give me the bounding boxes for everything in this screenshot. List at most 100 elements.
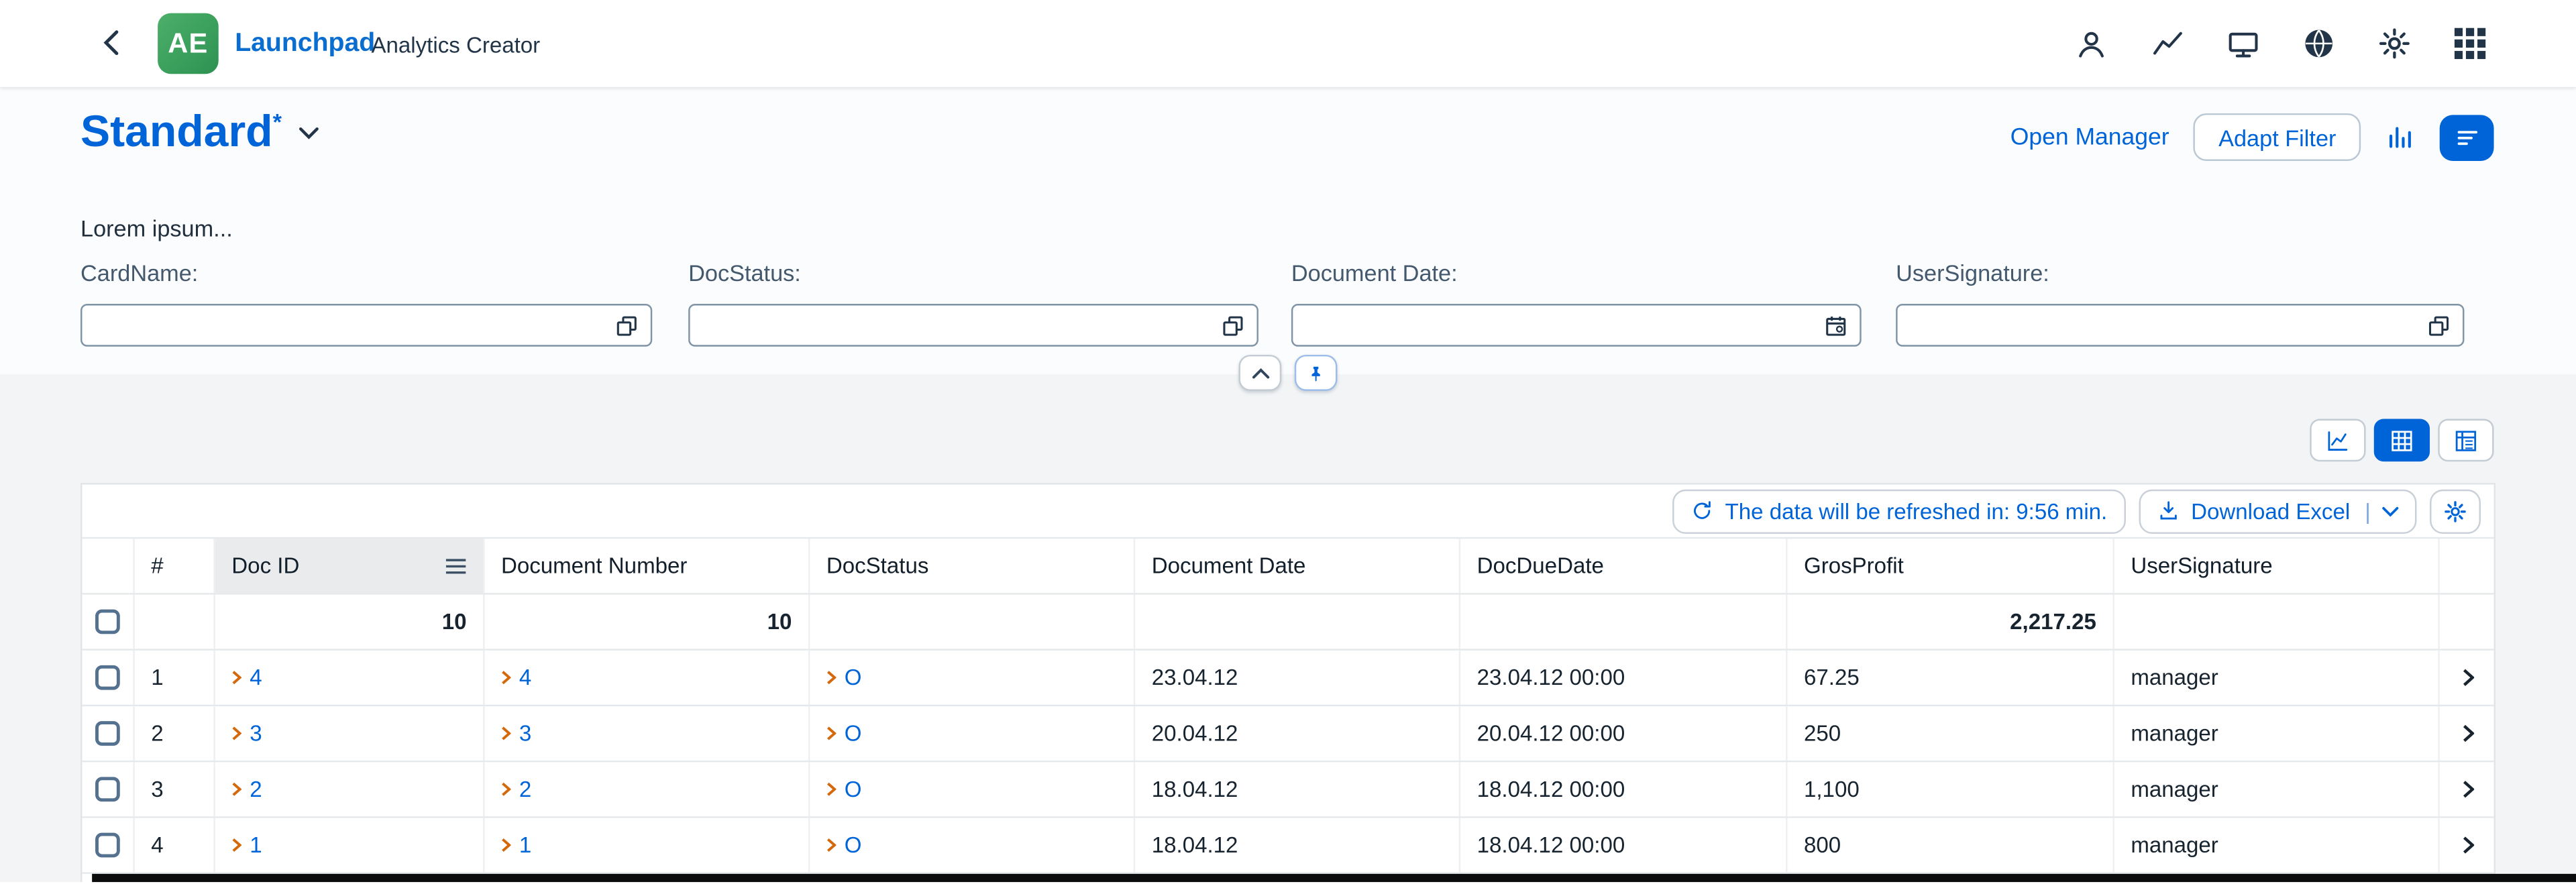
refresh-timer-button[interactable]: The data will be refreshed in: 9:56 min. — [1672, 489, 2125, 533]
date-picker-icon[interactable] — [1811, 306, 1860, 345]
doc-id-link[interactable]: 4 — [250, 665, 262, 690]
column-header-doc-id[interactable]: Doc ID — [215, 539, 485, 593]
usersignature-cell: manager — [2114, 818, 2440, 873]
filter-cardname: CardName: — [80, 260, 652, 347]
filter-document-date: Document Date: — [1291, 260, 1862, 347]
drill-chevron-icon[interactable] — [231, 726, 241, 740]
column-header-index[interactable]: # — [135, 539, 215, 593]
totals-index-cell — [135, 595, 215, 649]
table-row: 1 4 4 O 23.04.12 23.04.12 00:00 67.25 ma… — [82, 649, 2493, 704]
doc-id-cell: 2 — [231, 777, 262, 802]
value-help-icon[interactable] — [601, 306, 650, 345]
row-navigation-chevron[interactable] — [2440, 818, 2498, 873]
drill-chevron-icon[interactable] — [231, 670, 241, 685]
docstatus-cell: O — [826, 665, 862, 690]
drill-chevron-icon[interactable] — [826, 838, 837, 852]
doc-id-cell: 3 — [231, 721, 262, 746]
drill-chevron-icon[interactable] — [501, 838, 511, 852]
row-checkbox[interactable] — [95, 721, 120, 746]
grosprofit-cell: 800 — [1787, 818, 2114, 873]
totals-docduedate — [1460, 595, 1787, 649]
row-navigation-chevron[interactable] — [2440, 651, 2498, 705]
button-divider: | — [2365, 498, 2371, 523]
row-index: 1 — [135, 651, 215, 705]
docstatus-link[interactable]: O — [845, 665, 862, 690]
table-settings-button[interactable] — [2430, 489, 2481, 533]
cardname-input[interactable] — [82, 306, 601, 345]
row-navigation-chevron[interactable] — [2440, 706, 2498, 761]
filter-description: Lorem ipsum... — [80, 215, 233, 241]
docstatus-cell: O — [826, 777, 862, 802]
usersignature-cell: manager — [2114, 706, 2440, 761]
column-header-usersignature[interactable]: UserSignature — [2114, 539, 2440, 593]
doc-id-cell: 4 — [231, 665, 262, 690]
totals-document-date — [1135, 595, 1460, 649]
table-view-button[interactable] — [2374, 419, 2430, 461]
refresh-icon — [1690, 499, 1713, 522]
pin-filter-button[interactable] — [1295, 355, 1338, 391]
doc-id-link[interactable]: 1 — [250, 833, 262, 858]
drill-chevron-icon[interactable] — [826, 670, 837, 685]
globe-icon[interactable] — [2300, 25, 2337, 62]
adapt-filter-button[interactable]: Adapt Filter — [2194, 113, 2361, 161]
document-number-link[interactable]: 3 — [519, 721, 531, 746]
pivot-view-button[interactable] — [2438, 419, 2493, 461]
select-all-checkbox[interactable] — [95, 610, 120, 634]
document-number-link[interactable]: 1 — [519, 833, 531, 858]
value-help-icon[interactable] — [1208, 306, 1256, 345]
monitor-icon[interactable] — [2224, 25, 2261, 62]
totals-action-cell — [2440, 595, 2498, 649]
grid-icon[interactable] — [2451, 25, 2487, 62]
column-header-document-date[interactable]: Document Date — [1135, 539, 1460, 593]
docstatus-link[interactable]: O — [845, 777, 862, 802]
row-checkbox[interactable] — [95, 833, 120, 858]
chevron-down-icon[interactable] — [300, 127, 319, 140]
row-navigation-chevron[interactable] — [2440, 762, 2498, 816]
drill-chevron-icon[interactable] — [231, 782, 241, 797]
document-number-link[interactable]: 4 — [519, 665, 531, 690]
drill-chevron-icon[interactable] — [826, 782, 837, 797]
drill-chevron-icon[interactable] — [501, 782, 511, 797]
collapse-filter-button[interactable] — [1239, 355, 1282, 391]
drill-chevron-icon[interactable] — [501, 670, 511, 685]
filter-bar-area: Standard* Open Manager Adapt Filter Lore… — [0, 87, 2576, 376]
app-window: AE Launchpad Analytics Creator — [0, 0, 2576, 882]
view-switcher — [2310, 419, 2493, 461]
variant-selector[interactable]: Standard* — [80, 110, 319, 154]
document-number-link[interactable]: 2 — [519, 777, 531, 802]
app-name: Launchpad — [235, 30, 375, 59]
row-checkbox[interactable] — [95, 777, 120, 802]
back-button[interactable] — [92, 25, 128, 61]
bar-chart-icon[interactable] — [2385, 123, 2415, 152]
row-checkbox[interactable] — [95, 665, 120, 690]
column-header-document-number[interactable]: Document Number — [484, 539, 810, 593]
download-excel-button[interactable]: Download Excel | — [2139, 489, 2417, 533]
document-number-cell: 4 — [501, 665, 531, 690]
drill-chevron-icon[interactable] — [501, 726, 511, 740]
column-header-docstatus[interactable]: DocStatus — [810, 539, 1135, 593]
open-manager-link[interactable]: Open Manager — [2010, 124, 2169, 150]
sun-icon[interactable] — [2375, 25, 2412, 62]
docstatus-link[interactable]: O — [845, 833, 862, 858]
column-header-grosprofit[interactable]: GrosProfit — [1787, 539, 2114, 593]
document-date-input[interactable] — [1293, 306, 1810, 345]
drill-chevron-icon[interactable] — [231, 838, 241, 852]
doc-id-link[interactable]: 3 — [250, 721, 262, 746]
usersignature-input[interactable] — [1898, 306, 2414, 345]
column-header-docduedate[interactable]: DocDueDate — [1460, 539, 1787, 593]
doc-id-link[interactable]: 2 — [250, 777, 262, 802]
content-area: The data will be refreshed in: 9:56 min.… — [0, 374, 2576, 882]
chart-view-button[interactable] — [2310, 419, 2365, 461]
table-header-row: # Doc ID Document Number DocStatus Docum… — [82, 537, 2493, 593]
line-chart-icon[interactable] — [2149, 25, 2185, 62]
results-table: The data will be refreshed in: 9:56 min.… — [80, 483, 2496, 882]
user-icon[interactable] — [2074, 25, 2110, 62]
filter-bar-toggle-button[interactable] — [2440, 114, 2494, 160]
docstatus-input[interactable] — [690, 306, 1208, 345]
column-filter-icon[interactable] — [445, 557, 467, 573]
value-help-icon[interactable] — [2414, 306, 2463, 345]
app-subtitle: Analytics Creator — [371, 33, 540, 58]
drill-chevron-icon[interactable] — [826, 726, 837, 740]
docstatus-link[interactable]: O — [845, 721, 862, 746]
filter-lines-icon — [2454, 125, 2480, 148]
